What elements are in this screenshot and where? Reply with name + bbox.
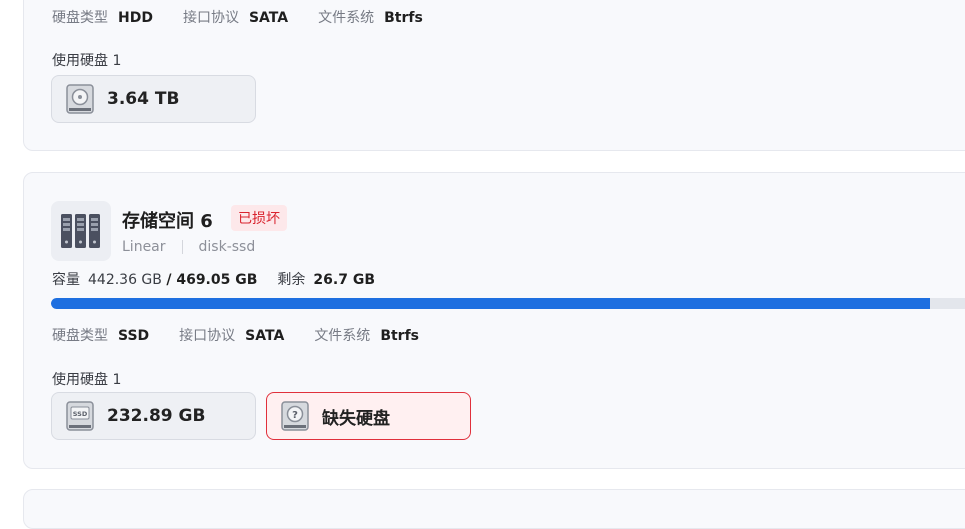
remaining-value: 26.7 GB: [313, 272, 375, 288]
remaining-label: 剩余: [277, 272, 306, 288]
disk-type-label: 硬盘类型: [52, 10, 108, 26]
filesystem-value: Btrfs: [380, 328, 420, 344]
disk-size: 232.89 GB: [107, 406, 206, 426]
capacity-used: 442.36 GB: [88, 272, 162, 288]
interface-label: 接口协议: [179, 328, 236, 344]
interface-label: 接口协议: [182, 10, 239, 26]
pool-subtitle: Linear disk-ssd: [122, 239, 255, 255]
pool-meta-row: 硬盘类型 HDD 接口协议 SATA 文件系统 Btrfs: [52, 7, 423, 27]
ssd-icon: SSD: [66, 401, 94, 431]
capacity-label: 容量: [52, 272, 80, 288]
pool-icon-box: [51, 201, 111, 261]
pool-meta-row: 硬盘类型 SSD 接口协议 SATA 文件系统 Btrfs: [52, 325, 419, 345]
missing-disk-icon: ?: [281, 401, 309, 431]
disk-type-label: 硬盘类型: [52, 328, 108, 344]
storage-pool-card-next: [23, 489, 965, 529]
capacity-row: 容量 442.36 GB / 469.05 GB 剩余 26.7 GB: [52, 269, 375, 289]
disks-used-label: 使用硬盘 1: [52, 53, 122, 69]
svg-text:SSD: SSD: [73, 410, 88, 418]
storage-pool-card-6: 存储空间 6 已损坏 Linear disk-ssd 容量 442.36 GB /…: [23, 172, 965, 469]
pool-title: 存储空间 6: [122, 211, 213, 232]
server-rack-icon: [61, 214, 100, 248]
disk-chip[interactable]: 3.64 TB: [51, 75, 256, 123]
disks-used-label: 使用硬盘 1: [52, 372, 122, 388]
missing-disk-chip[interactable]: ? 缺失硬盘: [266, 392, 471, 440]
capacity-total: / 469.05 GB: [166, 272, 258, 288]
divider: [181, 240, 183, 254]
status-badge: 已损坏: [231, 205, 287, 231]
pool-name: disk-ssd: [198, 239, 256, 255]
disk-type-value: HDD: [118, 10, 153, 26]
capacity-progress-bar: [51, 298, 965, 309]
interface-value: SATA: [248, 10, 289, 26]
storage-pool-card-1: 硬盘类型 HDD 接口协议 SATA 文件系统 Btrfs 使用硬盘 1 3.64 TB: [23, 0, 965, 151]
filesystem-value: Btrfs: [384, 10, 423, 26]
raid-type: Linear: [122, 239, 166, 255]
interface-value: SATA: [245, 328, 285, 344]
capacity-progress-fill: [51, 298, 930, 309]
missing-disk-label: 缺失硬盘: [322, 408, 390, 429]
disk-type-value: SSD: [118, 328, 150, 344]
disk-size: 3.64 TB: [107, 89, 180, 109]
filesystem-label: 文件系统: [318, 10, 375, 26]
disk-chip[interactable]: SSD 232.89 GB: [51, 392, 256, 440]
hdd-icon: [66, 84, 94, 114]
svg-text:?: ?: [292, 410, 298, 421]
filesystem-label: 文件系统: [314, 328, 371, 344]
